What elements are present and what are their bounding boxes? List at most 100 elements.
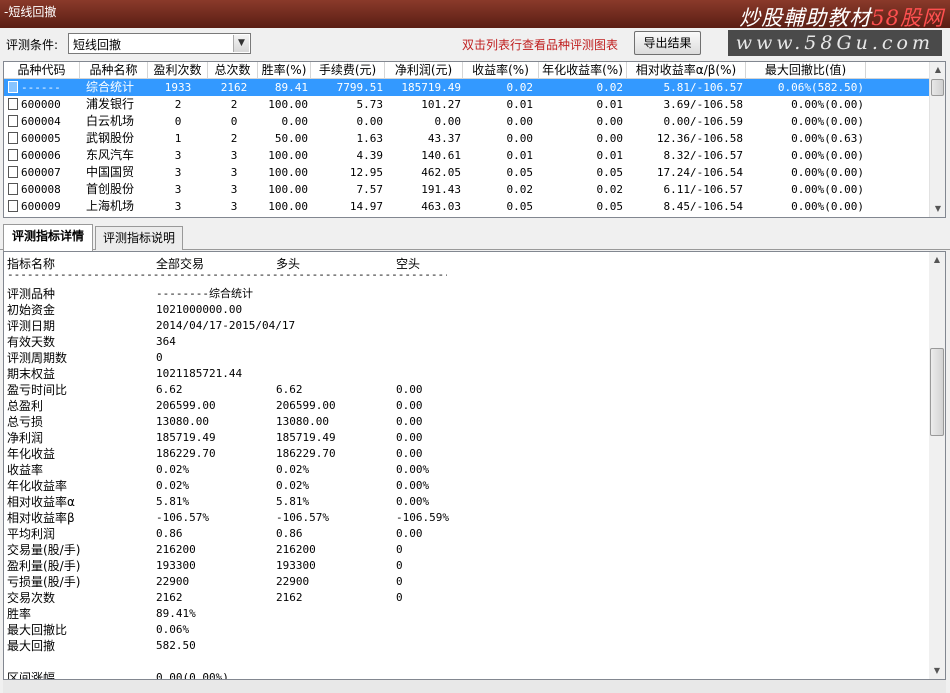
col-total[interactable]: 总次数 (208, 62, 258, 79)
table-row[interactable]: 600008 首创股份 3 3 100.00 7.57 191.43 0.02 0.02 6.11… (4, 181, 930, 198)
metric-long: 5.81% (276, 495, 310, 508)
cell-profit: 140.61 (421, 149, 461, 162)
metric-long: 185719.49 (276, 431, 336, 444)
condition-select[interactable]: 短线回撤 ▼ (68, 33, 251, 54)
metric-short: 0 (396, 543, 403, 556)
cell-wins: 1 (174, 132, 182, 145)
metric-all: 186229.70 (156, 447, 216, 460)
metric-all: 1021185721.44 (156, 367, 243, 380)
col-annual[interactable]: 年化收益率(%) (539, 62, 627, 79)
cell-code: 600005 (8, 130, 80, 147)
cell-name: 白云机场 (86, 114, 135, 128)
col-relative[interactable]: 相对收益率α/β(%) (627, 62, 746, 79)
cell-total: 2 (230, 132, 238, 145)
horizontal-scrollbar[interactable] (3, 680, 946, 693)
cell-relative: 6.11/-106.57 (663, 183, 743, 196)
tab-bar: 评测指标详情 评测指标说明 (0, 224, 950, 251)
cell-ret: 0.01 (506, 98, 534, 111)
code-text: 600008 (21, 183, 61, 196)
scroll-up-icon[interactable]: ▲ (929, 252, 945, 268)
detail-pane[interactable]: 指标名称 全部交易 多头 空头 ------------------------… (3, 251, 946, 680)
cell-ret: 0.00 (506, 132, 534, 145)
window-title: -短线回撤 (4, 5, 57, 19)
cell-annual: 0.02 (596, 81, 624, 94)
metric-long: 186229.70 (276, 447, 336, 460)
metric-name: 相对收益率α (7, 495, 75, 509)
export-button[interactable]: 导出结果 (634, 31, 701, 55)
watermark-main: 炒股輔助教材 (739, 6, 872, 30)
metric-short: 0.00% (396, 495, 430, 508)
table-row[interactable]: 600007 中国国贸 3 3 100.00 12.95 462.05 0.05 0.05 17.… (4, 164, 930, 181)
cell-maxdd: 0.00%(0.00) (791, 200, 864, 213)
table-row[interactable]: ------ 综合统计 1933 2162 89.41 7799.51 185719.49 0… (4, 79, 930, 96)
table-row[interactable]: 600006 东风汽车 3 3 100.00 4.39 140.61 0.01 0.01 8.32… (4, 147, 930, 164)
metric-name: 评测周期数 (7, 351, 68, 365)
cell-maxdd: 0.00%(0.63) (791, 132, 864, 145)
cell-fee: 14.97 (349, 200, 383, 213)
scroll-up-icon[interactable]: ▲ (930, 62, 945, 78)
cell-winrate: 0.00 (281, 115, 309, 128)
col-winrate[interactable]: 胜率(%) (258, 62, 311, 79)
col-name[interactable]: 品种名称 (80, 62, 148, 79)
table-row[interactable]: 600004 白云机场 0 0 0.00 0.00 0.00 0.00 0.00 0.00/-10… (4, 113, 930, 130)
cell-wins: 3 (174, 166, 182, 179)
cell-winrate: 100.00 (268, 149, 308, 162)
code-text: 600006 (21, 149, 61, 162)
cell-winrate: 100.00 (268, 166, 308, 179)
detail-scrollbar[interactable]: ▲ ▼ (929, 252, 945, 679)
watermark-brand: 58股网 (871, 6, 944, 30)
table-row[interactable]: 600000 浦发银行 2 2 100.00 5.73 101.27 0.01 0.01 3.69… (4, 96, 930, 113)
cell-maxdd: 0.00%(0.00) (791, 166, 864, 179)
col-profit[interactable]: 净利润(元) (385, 62, 463, 79)
cell-profit: 0.00 (434, 115, 462, 128)
metric-name: 年化收益率 (7, 479, 68, 493)
metric-short: 0 (396, 559, 403, 572)
table-scrollbar[interactable]: ▲ ▼ (929, 62, 945, 217)
metric-all: 364 (156, 335, 176, 348)
cell-fee: 0.00 (356, 115, 384, 128)
scroll-down-icon[interactable]: ▼ (930, 201, 945, 217)
scroll-thumb[interactable] (930, 348, 944, 436)
document-icon (8, 98, 18, 110)
col-fee[interactable]: 手续费(元) (311, 62, 385, 79)
col-wins[interactable]: 盈利次数 (148, 62, 208, 79)
cell-wins: 0 (174, 115, 182, 128)
table-row[interactable]: 600009 上海机场 3 3 100.00 14.97 463.03 0.05 0.05 8.4… (4, 198, 930, 215)
cell-winrate: 89.41 (274, 81, 308, 94)
col-code[interactable]: 品种代码 (4, 62, 80, 79)
metric-long: 0.02% (276, 479, 310, 492)
table-row[interactable]: 600005 武钢股份 1 2 50.00 1.63 43.37 0.00 0.00 12.36/… (4, 130, 930, 147)
cell-fee: 5.73 (356, 98, 384, 111)
document-icon (8, 132, 18, 144)
cell-wins: 2 (174, 98, 182, 111)
metric-name: 盈利量(股/手) (7, 559, 81, 573)
title-bar: -短线回撤 炒股輔助教材58股网 (0, 0, 950, 30)
tab-detail[interactable]: 评测指标详情 (3, 224, 93, 251)
metric-all: 0.00(0.00%) (156, 671, 229, 680)
col-maxdd[interactable]: 最大回撤比(值) (746, 62, 866, 79)
chevron-down-icon[interactable]: ▼ (233, 35, 249, 52)
cell-wins: 3 (174, 200, 182, 213)
metric-all: --------综合统计 (156, 287, 253, 300)
condition-value: 短线回撤 (73, 38, 122, 52)
metric-all: 22900 (156, 575, 190, 588)
metric-all: 2162 (156, 591, 183, 604)
code-text: 600007 (21, 166, 61, 179)
cell-code: 600008 (8, 181, 80, 198)
metric-name: 最大回撤 (7, 639, 56, 653)
cell-ret: 0.02 (506, 81, 534, 94)
metric-all: 193300 (156, 559, 196, 572)
scroll-down-icon[interactable]: ▼ (929, 663, 945, 679)
tab-description[interactable]: 评测指标说明 (95, 226, 183, 250)
metric-short: -106.59% (396, 511, 449, 524)
table-body: ------ 综合统计 1933 2162 89.41 7799.51 185719.49 0… (4, 79, 930, 215)
cell-name: 浦发银行 (86, 97, 135, 111)
cell-annual: 0.05 (596, 200, 624, 213)
metric-name: 胜率 (7, 607, 32, 621)
scroll-thumb[interactable] (931, 79, 944, 96)
table-header: 品种代码 品种名称 盈利次数 总次数 胜率(%) 手续费(元) 净利润(元) 收… (4, 62, 930, 79)
cell-maxdd: 0.06%(582.50) (777, 81, 864, 94)
col-return[interactable]: 收益率(%) (463, 62, 539, 79)
condition-label: 评测条件: (6, 38, 59, 52)
results-table[interactable]: 品种代码 品种名称 盈利次数 总次数 胜率(%) 手续费(元) 净利润(元) 收… (3, 61, 946, 218)
